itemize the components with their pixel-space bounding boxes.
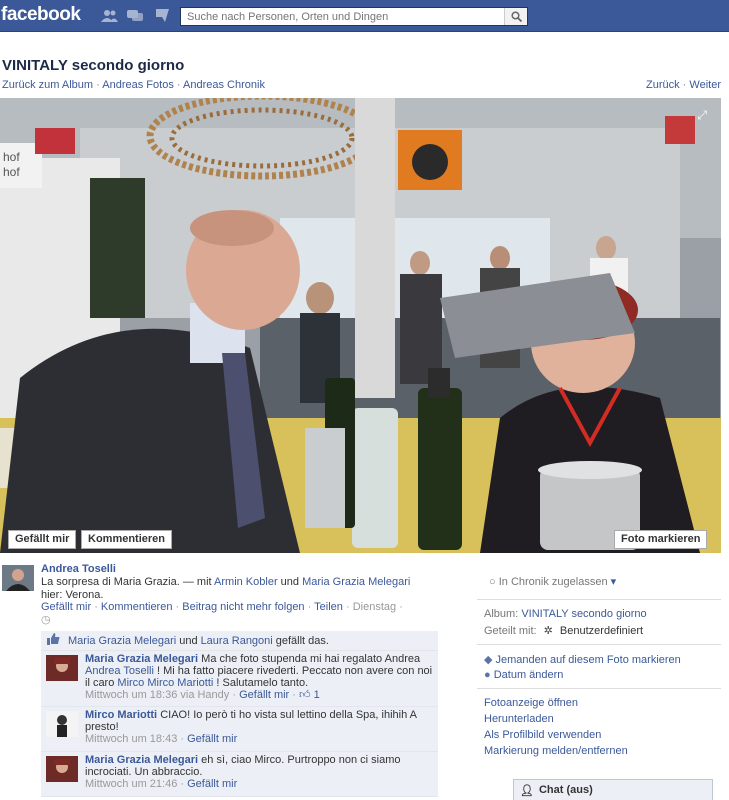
post-and: und [280, 576, 300, 588]
search-box [180, 7, 528, 26]
download-link[interactable]: Herunterladen [484, 713, 554, 725]
comment: Maria Grazia Melegari Ma che foto stupen… [41, 651, 438, 707]
report-tag-link[interactable]: Markierung melden/entfernen [484, 745, 628, 757]
expand-icon[interactable]: ⤢ [697, 108, 707, 123]
unfollow-link[interactable]: Beitrag nicht mehr folgen [182, 601, 304, 613]
post-author[interactable]: Andrea Toselli [41, 563, 116, 575]
photo-options: Fotoanzeige öffnen Herunterladen Als Pro… [484, 695, 628, 759]
like-link[interactable]: Gefällt mir [41, 601, 91, 613]
comment-author[interactable]: Mirco Mariotti [85, 709, 157, 721]
privacy-info: Geteilt mit: ✲ Benutzerdefiniert [484, 625, 644, 637]
avatar-image [2, 565, 34, 591]
post-text: La sorpresa di Maria Grazia. [41, 576, 180, 588]
album-info: Album: VINITALY secondo giorno [484, 608, 647, 620]
facebook-logo[interactable]: facebook [1, 4, 81, 26]
comment-time: Mittwoch um 18:43 [85, 733, 178, 745]
post-location: hier: Verona. [41, 589, 104, 601]
timeline-visibility[interactable]: ○ In Chronik zugelassen ▾ [489, 575, 616, 588]
back-to-album-link[interactable]: Zurück zum Album [2, 79, 93, 91]
sign-text: hof [3, 165, 20, 179]
liker-link[interactable]: Maria Grazia Melegari [68, 635, 176, 647]
comment-text: Ma che foto stupenda mi hai regalato And… [201, 653, 421, 665]
mention-link[interactable]: Mirco Mirco Mariotti [117, 677, 213, 689]
photo-image: hof hof [0, 98, 721, 553]
messages-icon[interactable] [127, 9, 144, 22]
andreas-timeline-link[interactable]: Andreas Chronik [183, 79, 265, 91]
divider [477, 599, 721, 600]
likes-bar: Maria Grazia Melegari und Laura Rangoni … [41, 631, 438, 651]
thumbs-up-icon [47, 633, 60, 648]
mention-link[interactable]: Andrea Toselli [85, 665, 154, 677]
change-date-row[interactable]: ● Datum ändern [484, 669, 563, 681]
make-profile-picture-link[interactable]: Als Profilbild verwenden [484, 729, 601, 741]
avatar-image [46, 711, 78, 737]
avatar[interactable] [2, 565, 34, 591]
photo[interactable]: hof hof ⤢ Gefällt mir Kommentieren Foto … [0, 98, 721, 553]
gear-icon[interactable]: ✲ [544, 625, 553, 637]
sign-text: hof [3, 150, 20, 164]
comment: Maria Grazia Melegari eh sì, ciao Mirco.… [41, 752, 438, 797]
clock-icon: ◷ [41, 614, 51, 626]
comment-time: Mittwoch um 21:46 [85, 778, 178, 790]
radio-icon: ○ [489, 576, 496, 588]
comment-text: ! Salutamelo tanto. [216, 677, 309, 689]
divider [477, 688, 721, 689]
photo-nav: Zurück · Weiter [645, 79, 721, 91]
divider [477, 644, 721, 645]
post-with: — mit [182, 576, 212, 588]
previous-link[interactable]: Zurück [646, 79, 680, 91]
avatar[interactable] [46, 655, 78, 681]
next-link[interactable]: Weiter [689, 79, 721, 91]
photo-like-button[interactable]: Gefällt mir [8, 530, 77, 549]
comment-like-link[interactable]: Gefällt mir [187, 733, 237, 745]
open-photo-viewer-link[interactable]: Fotoanzeige öffnen [484, 697, 578, 709]
jewels [101, 9, 170, 22]
search-button[interactable] [504, 8, 527, 25]
clock-icon: ● [484, 669, 491, 681]
tag-person-row[interactable]: ◆ Jemanden auf diesem Foto markieren [484, 653, 681, 666]
avatar[interactable] [46, 711, 78, 737]
album-link[interactable]: VINITALY secondo giorno [521, 608, 646, 620]
breadcrumb: Zurück zum Album · Andreas Fotos · Andre… [2, 79, 265, 91]
chat-bar[interactable]: 👤︎ Chat (aus) [513, 779, 713, 800]
avatar-image [46, 655, 78, 681]
dropdown-arrow-icon: ▾ [610, 576, 617, 588]
comment-like-link[interactable]: Gefällt mir [239, 689, 289, 701]
comment-author[interactable]: Maria Grazia Melegari [85, 754, 198, 766]
comment-author[interactable]: Maria Grazia Melegari [85, 653, 198, 665]
tagged-user[interactable]: Armin Kobler [214, 576, 278, 588]
photo-comment-button[interactable]: Kommentieren [81, 530, 173, 549]
chat-icon: 👤︎ [520, 784, 534, 797]
search-icon [510, 11, 522, 22]
top-bar: facebook [0, 0, 729, 32]
comment-time: Mittwoch um 18:36 via Handy [85, 689, 230, 701]
comment-like-link[interactable]: Gefällt mir [187, 778, 237, 790]
thumbs-up-icon: 👍︎ [299, 689, 311, 701]
post-actions: Gefällt mir · Kommentieren · Beitrag nic… [41, 601, 403, 626]
andreas-photos-link[interactable]: Andreas Fotos [102, 79, 174, 91]
avatar-image [46, 756, 78, 782]
avatar[interactable] [46, 756, 78, 782]
like-count[interactable]: 👍︎ 1 [299, 689, 320, 701]
tag-photo-button[interactable]: Foto markieren [614, 530, 708, 549]
liker-link[interactable]: Laura Rangoni [201, 635, 273, 647]
notifications-icon[interactable] [153, 9, 170, 22]
search-input[interactable] [181, 8, 513, 25]
post-time: Dienstag [352, 601, 397, 613]
album-title: VINITALY secondo giorno [2, 57, 185, 74]
tagged-user[interactable]: Maria Grazia Melegari [302, 576, 410, 588]
comment: Mirco Mariotti CIAO! Io però ti ho vista… [41, 707, 438, 752]
share-link[interactable]: Teilen [314, 601, 343, 613]
friends-icon[interactable] [101, 9, 118, 22]
comment-link[interactable]: Kommentieren [101, 601, 173, 613]
tag-icon: ◆ [484, 654, 493, 666]
post-content: Andrea Toselli La sorpresa di Maria Graz… [41, 563, 461, 602]
